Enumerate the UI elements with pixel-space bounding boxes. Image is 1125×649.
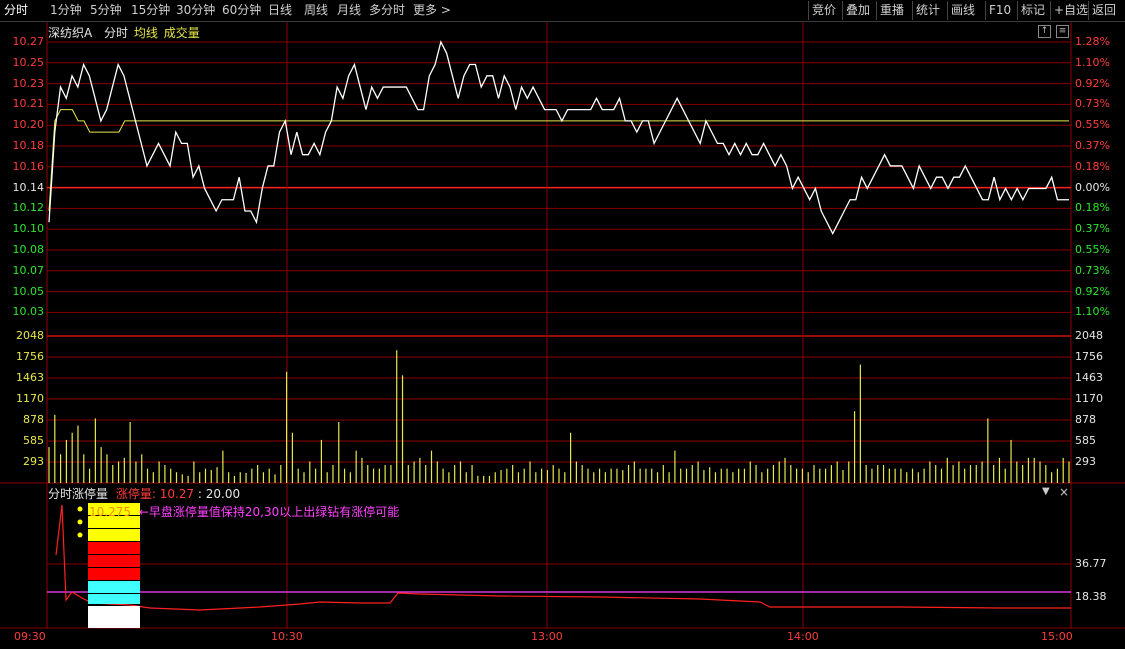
indicator-name[interactable]: 分时涨停量 <box>48 487 108 501</box>
volume-tick-label-right: 1756 <box>1075 350 1103 363</box>
volume-tick-label-right: 1463 <box>1075 371 1103 384</box>
percent-tick-label: 1.10% <box>1075 305 1110 319</box>
settings-icon[interactable]: ≡ <box>1056 25 1069 38</box>
volume-tick-label: 585 <box>23 434 44 447</box>
indicator-header: 分时涨停量 涨停量: 10.27 : 20.00 <box>48 485 240 502</box>
percent-tick-label: 0.18% <box>1075 159 1110 173</box>
volume-tick-label-right: 878 <box>1075 413 1096 426</box>
percent-tick-label: 0.92% <box>1075 284 1110 298</box>
time-tick-label: 09:30 <box>14 630 46 643</box>
volume-tick-label-right: 2048 <box>1075 329 1103 342</box>
indicator-red-line <box>55 504 1071 611</box>
indicator-param-value: : 10.27 <box>151 487 195 501</box>
intraday-chart[interactable] <box>0 0 1125 649</box>
indicator-tick-label: 18.38 <box>1075 590 1107 603</box>
percent-tick-label: 1.28% <box>1075 35 1110 48</box>
price-tick-label: 10.07 <box>12 263 45 277</box>
indicator-block <box>88 542 140 554</box>
price-tick-label: 10.21 <box>12 97 45 111</box>
stock-name: 深纺织A <box>48 26 93 40</box>
indicator-block <box>88 555 140 567</box>
indicator-param-label: 涨停量 <box>115 487 152 501</box>
indicator-block <box>88 568 140 580</box>
percent-tick-label: 0.00% <box>1075 180 1110 194</box>
note-text: ←早盘涨停量值保持20,30以上出绿钻有涨停可能 <box>138 505 400 519</box>
volume-tick-label: 2048 <box>16 329 44 342</box>
price-tick-label: 10.23 <box>12 76 45 90</box>
indicator-dot <box>77 506 83 512</box>
percent-tick-label: 0.55% <box>1075 243 1110 256</box>
price-tick-label: 10.12 <box>12 201 45 215</box>
percent-tick-label: 0.37% <box>1075 222 1110 236</box>
dropdown-icon[interactable]: ▼ <box>1042 486 1050 497</box>
volume-tick-label-right: 585 <box>1075 434 1096 447</box>
percent-tick-label: 0.37% <box>1075 139 1110 152</box>
indicator-note: 10.275 ←早盘涨停量值保持20,30以上出绿钻有涨停可能 <box>89 503 399 520</box>
chart-header: 深纺织A 分时 均线 成交量 <box>48 24 200 41</box>
indicator-block <box>88 529 140 541</box>
indicator-dot <box>77 532 83 538</box>
price-tick-label: 10.16 <box>12 159 45 173</box>
volume-tick-label-right: 1170 <box>1075 392 1103 405</box>
percent-tick-label: 0.73% <box>1075 97 1110 111</box>
mode-label: 分时 <box>104 26 129 40</box>
indicator-tick-label: 36.77 <box>1075 557 1107 570</box>
volume-tick-label: 1756 <box>16 350 44 363</box>
percent-tick-label: 0.55% <box>1075 118 1110 132</box>
indicator-dot <box>77 519 83 525</box>
volume-tick-label: 293 <box>23 455 44 468</box>
price-tick-label: 10.20 <box>12 118 45 132</box>
percent-tick-label: 1.10% <box>1075 55 1110 69</box>
price-tick-label: 10.27 <box>12 35 45 48</box>
indicator-block <box>88 606 140 628</box>
expand-icon[interactable]: ↑ <box>1038 25 1051 38</box>
price-tick-label: 10.14 <box>12 180 45 194</box>
avg-line-label: 均线 <box>133 26 158 40</box>
price-tick-label: 10.10 <box>12 222 45 236</box>
volume-tick-label: 1170 <box>16 392 44 405</box>
time-tick-label: 13:00 <box>531 630 563 643</box>
time-tick-label: 14:00 <box>787 630 819 643</box>
time-tick-label: 10:30 <box>271 630 303 643</box>
indicator-block <box>88 581 140 593</box>
note-value: 10.275 <box>89 505 131 519</box>
indicator-block <box>88 594 140 604</box>
volume-tick-label: 1463 <box>16 371 44 384</box>
price-line <box>48 40 1069 235</box>
price-tick-label: 10.05 <box>12 284 45 298</box>
percent-tick-label: 0.73% <box>1075 263 1110 277</box>
price-tick-label: 10.03 <box>12 305 45 319</box>
percent-tick-label: 0.92% <box>1075 76 1110 90</box>
price-tick-label: 10.25 <box>12 55 45 69</box>
price-tick-label: 10.08 <box>12 243 45 256</box>
volume-tick-label-right: 293 <box>1075 455 1096 468</box>
indicator-param-value2: : 20.00 <box>197 487 241 501</box>
volume-label: 成交量 <box>163 26 200 40</box>
percent-tick-label: 0.18% <box>1075 201 1110 215</box>
price-tick-label: 10.18 <box>12 139 45 152</box>
volume-tick-label: 878 <box>23 413 44 426</box>
time-tick-label: 15:00 <box>1041 630 1073 643</box>
close-icon[interactable]: × <box>1059 485 1069 499</box>
